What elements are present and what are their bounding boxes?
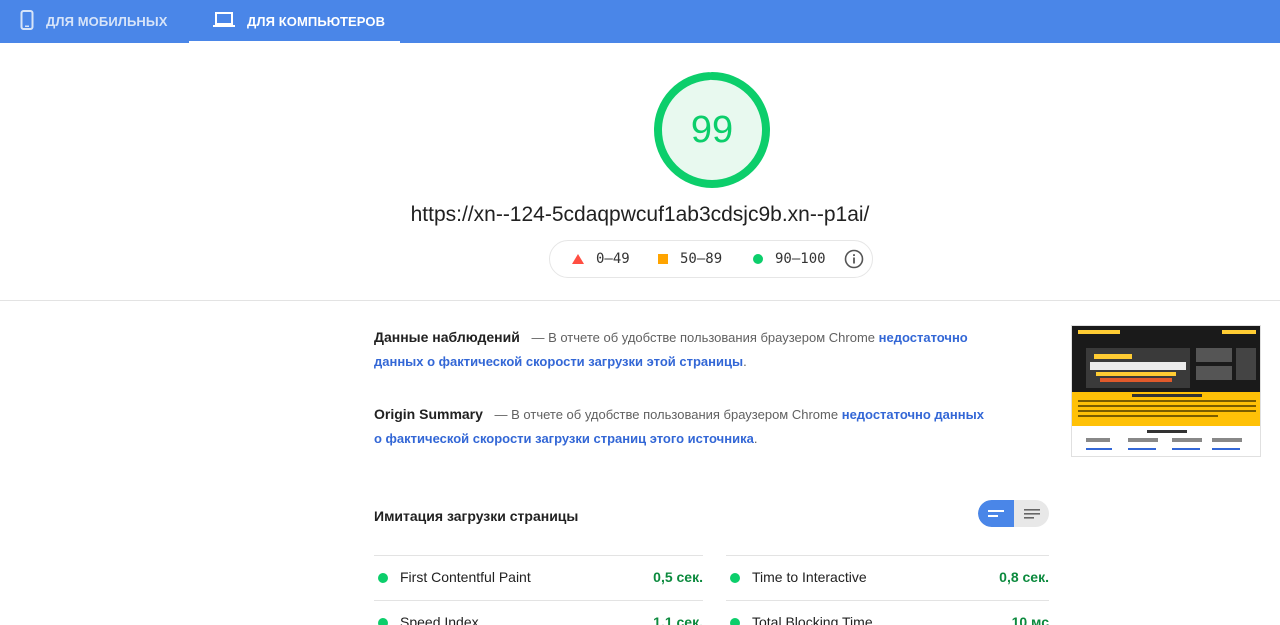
tab-desktop[interactable]: ДЛЯ КОМПЬЮТЕРОВ bbox=[189, 0, 400, 43]
metrics-view-toggle[interactable] bbox=[978, 500, 1049, 527]
metric-value: 10 мс bbox=[1011, 614, 1049, 625]
metric-row: Time to Interactive 0,8 сек. bbox=[726, 555, 1049, 600]
origin-summary-link-b[interactable]: о фактической скорости загрузки страниц … bbox=[374, 431, 754, 446]
metric-row: First Contentful Paint 0,5 сек. bbox=[374, 555, 703, 600]
field-data-section: Данные наблюдений — В отчете об удобстве… bbox=[374, 325, 1014, 374]
page-screenshot-thumbnail bbox=[1071, 325, 1261, 457]
metric-value: 0,5 сек. bbox=[653, 569, 703, 585]
legend-pass: 90–100 bbox=[753, 251, 826, 267]
score-legend: 0–49 50–89 90–100 bbox=[549, 240, 873, 278]
field-data-title: Данные наблюдений bbox=[374, 329, 520, 345]
origin-summary-section: Origin Summary — В отчете об удобстве по… bbox=[374, 402, 1014, 451]
performance-score: 99 bbox=[690, 108, 734, 151]
tab-desktop-label: ДЛЯ КОМПЬЮТЕРОВ bbox=[247, 14, 386, 29]
pass-circle-icon bbox=[378, 618, 388, 625]
tab-mobile[interactable]: ДЛЯ МОБИЛЬНЫХ bbox=[20, 0, 168, 43]
laptop-icon bbox=[213, 12, 235, 31]
page-url: https://xn--124-5cdaqpwcuf1ab3cdsjc9b.xn… bbox=[410, 203, 870, 226]
legend-average-label: 50–89 bbox=[680, 251, 723, 267]
metric-value: 0,8 сек. bbox=[999, 569, 1049, 585]
legend-fail: 0–49 bbox=[572, 251, 630, 267]
metric-name: Speed Index bbox=[400, 614, 479, 625]
metric-row: Total Blocking Time 10 мс bbox=[726, 600, 1049, 625]
metric-row: Speed Index 1,1 сек. bbox=[374, 600, 703, 625]
bars-icon bbox=[988, 509, 1004, 517]
origin-summary-link-a[interactable]: недостаточно данных bbox=[842, 407, 984, 422]
metric-value: 1,1 сек. bbox=[653, 614, 703, 625]
thumbnail-image bbox=[1072, 326, 1260, 456]
section-divider bbox=[0, 300, 1280, 301]
tab-mobile-label: ДЛЯ МОБИЛЬНЫХ bbox=[46, 14, 168, 29]
legend-average: 50–89 bbox=[658, 251, 722, 267]
legend-fail-label: 0–49 bbox=[596, 251, 630, 267]
lab-data-title: Имитация загрузки страницы bbox=[374, 508, 579, 524]
info-icon[interactable] bbox=[844, 249, 864, 269]
view-toggle-summary[interactable] bbox=[978, 500, 1014, 527]
field-data-link-a[interactable]: недостаточно bbox=[879, 330, 968, 345]
circle-icon bbox=[753, 254, 763, 264]
list-icon bbox=[1023, 508, 1040, 519]
metric-name: Time to Interactive bbox=[752, 569, 867, 585]
metric-name: Total Blocking Time bbox=[752, 614, 873, 625]
pass-circle-icon bbox=[730, 618, 740, 625]
pass-circle-icon bbox=[378, 573, 388, 583]
triangle-icon bbox=[572, 254, 584, 264]
pass-circle-icon bbox=[730, 573, 740, 583]
origin-summary-text: — В отчете об удобстве пользования брауз… bbox=[490, 407, 842, 422]
view-toggle-detailed[interactable] bbox=[1014, 500, 1049, 527]
field-data-text: — В отчете об удобстве пользования брауз… bbox=[527, 330, 879, 345]
origin-summary-title: Origin Summary bbox=[374, 406, 483, 422]
device-tab-bar: ДЛЯ МОБИЛЬНЫХ ДЛЯ КОМПЬЮТЕРОВ bbox=[0, 0, 1280, 43]
legend-pass-label: 90–100 bbox=[775, 251, 826, 267]
origin-summary-tail: . bbox=[753, 431, 758, 446]
field-data-tail: . bbox=[743, 354, 747, 369]
phone-icon bbox=[20, 10, 34, 33]
metric-name: First Contentful Paint bbox=[400, 569, 531, 585]
square-icon bbox=[658, 254, 668, 264]
field-data-link-b[interactable]: данных о фактической скорости загрузки э… bbox=[374, 354, 743, 369]
